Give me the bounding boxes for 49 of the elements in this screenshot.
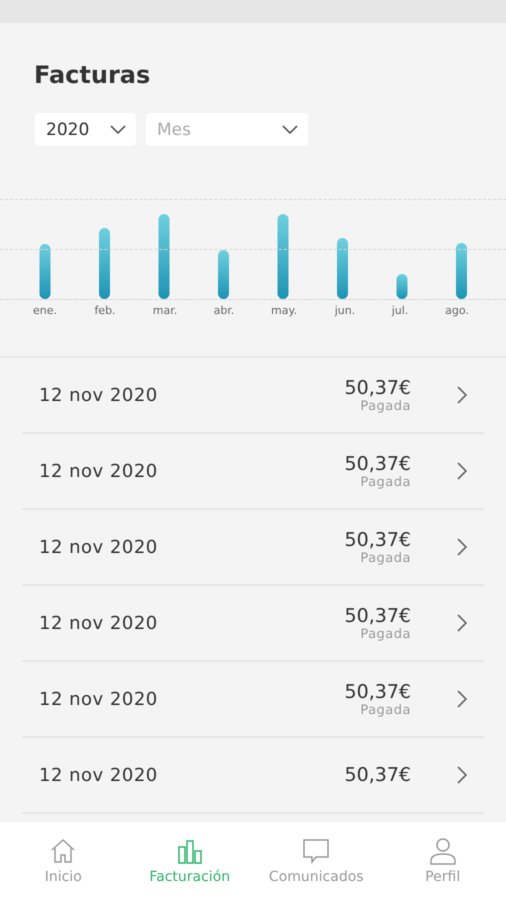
dropdown[interactable]: Mes bbox=[146, 113, 308, 146]
month-label: may. bbox=[271, 304, 297, 317]
month-label: feb. bbox=[94, 304, 116, 317]
month-label: abr. bbox=[214, 304, 234, 317]
invoice-status: Pagada bbox=[360, 702, 411, 718]
invoice-status: Pagada bbox=[360, 626, 411, 642]
chevron-right-icon[interactable] bbox=[457, 766, 467, 784]
month-label: ago. bbox=[445, 304, 469, 317]
month-label: jul. bbox=[392, 304, 408, 317]
invoice-date: 12 nov 2020 bbox=[39, 688, 159, 710]
invoice-date: 12 nov 2020 bbox=[39, 460, 159, 482]
invoice-amount: 50,37€ bbox=[344, 528, 411, 550]
chevron-right-icon[interactable] bbox=[457, 462, 467, 480]
invoice-date: 12 nov 2020 bbox=[39, 536, 159, 558]
chevron-right-icon[interactable] bbox=[457, 386, 467, 404]
month-label: ene. bbox=[33, 304, 57, 317]
month-label: jun. bbox=[334, 304, 356, 317]
chart-bar bbox=[456, 243, 467, 299]
chart-bar bbox=[218, 250, 229, 299]
invoice-date: 12 nov 2020 bbox=[39, 384, 159, 406]
invoice-status: Pagada bbox=[360, 474, 411, 490]
nav-tab[interactable]: Inicio bbox=[3, 837, 124, 885]
invoice-amount: 50,37€ bbox=[344, 604, 411, 626]
invoice-amount: 50,37€ bbox=[344, 376, 411, 398]
invoice-status: Pagada bbox=[360, 398, 411, 414]
dropdown[interactable]: 2020 bbox=[35, 113, 136, 146]
nav-tab[interactable]: Facturación bbox=[130, 837, 250, 885]
chart-bar bbox=[396, 274, 408, 299]
invoice-date: 12 nov 2020 bbox=[39, 612, 159, 634]
chevron-right-icon[interactable] bbox=[457, 538, 467, 556]
month-label: mar. bbox=[152, 304, 178, 317]
chart-bar bbox=[99, 228, 110, 299]
chevron-down-icon bbox=[282, 124, 298, 134]
user-icon bbox=[428, 837, 457, 865]
nav-tab[interactable]: Perfil bbox=[382, 837, 503, 885]
home-icon bbox=[49, 837, 78, 865]
invoice-status: Pagada bbox=[360, 550, 411, 566]
chevron-right-icon[interactable] bbox=[457, 614, 467, 632]
nav-tab[interactable]: Comunicados bbox=[256, 837, 376, 885]
invoice-amount: 50,37€ bbox=[344, 764, 411, 786]
chart-bar bbox=[40, 244, 50, 299]
page-title: Facturas bbox=[34, 60, 152, 91]
invoice-amount: 50,37€ bbox=[344, 680, 411, 702]
chevron-right-icon[interactable] bbox=[457, 690, 467, 708]
invoice-amount: 50,37€ bbox=[344, 452, 411, 474]
invoice-date: 12 nov 2020 bbox=[39, 764, 159, 786]
chat-bubble-icon bbox=[302, 837, 330, 865]
chevron-down-icon bbox=[110, 124, 126, 134]
chart-bar bbox=[337, 238, 348, 299]
